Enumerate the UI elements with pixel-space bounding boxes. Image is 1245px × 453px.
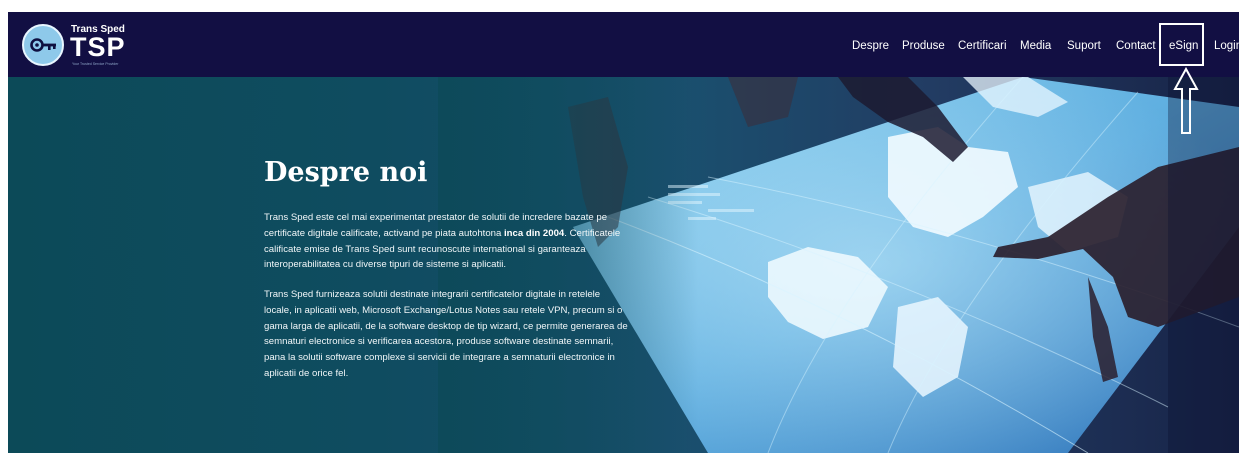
hero-paragraph-2: Trans Sped furnizeaza solutii destinate …	[264, 289, 628, 379]
hero-paragraph-1: Trans Sped este cel mai experimentat pre…	[264, 210, 628, 273]
site-logo[interactable]: Trans Sped TSP Your Trusted Service Prov…	[22, 22, 142, 68]
nav-certificari[interactable]: Certificari	[958, 39, 1007, 53]
top-navbar: Trans Sped TSP Your Trusted Service Prov…	[8, 12, 1239, 77]
nav-media[interactable]: Media	[1020, 39, 1051, 53]
nav-contact[interactable]: Contact	[1116, 39, 1156, 53]
paragraph-1-bold: inca din 2004	[504, 227, 565, 239]
logo-brand-name: TSP	[70, 32, 126, 62]
key-icon	[22, 24, 64, 66]
nav-produse[interactable]: Produse	[902, 39, 945, 53]
logo-tagline: Your Trusted Service Provider	[72, 62, 119, 66]
up-arrow-icon	[1173, 67, 1199, 134]
nav-suport[interactable]: Suport	[1067, 39, 1101, 53]
hero-title: Despre noi	[264, 157, 428, 188]
nav-login[interactable]: Login	[1214, 39, 1239, 53]
esign-highlight-box	[1159, 23, 1204, 66]
hero-section: Despre noi Trans Sped este cel mai exper…	[8, 77, 1239, 453]
page-frame: Trans Sped TSP Your Trusted Service Prov…	[8, 12, 1239, 453]
nav-despre[interactable]: Despre	[852, 39, 889, 53]
